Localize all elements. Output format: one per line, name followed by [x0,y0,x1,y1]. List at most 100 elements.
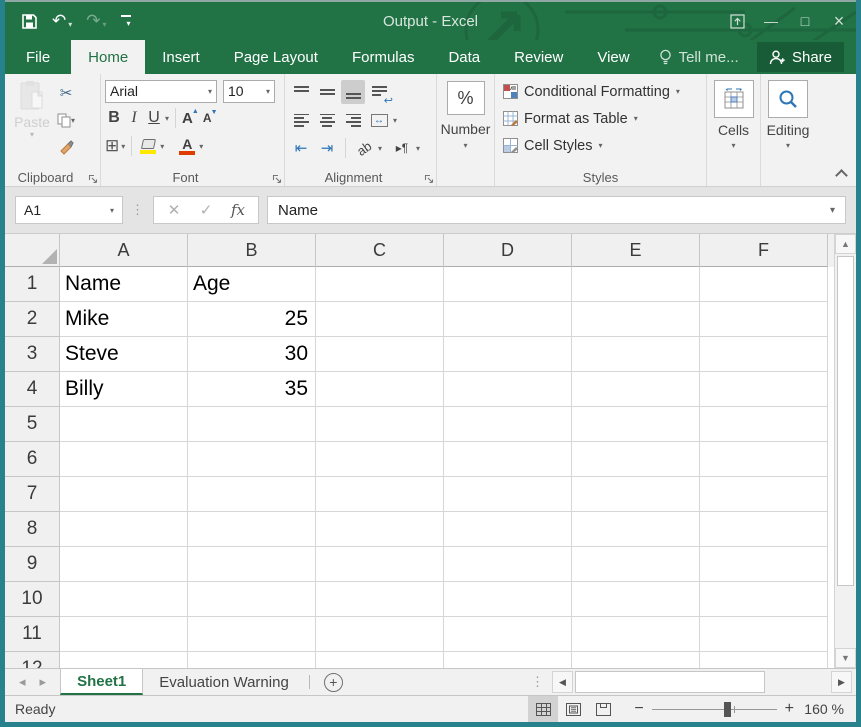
previous-sheet-button[interactable]: ◂ [19,674,26,690]
wrap-text-button[interactable]: ↩ [367,80,391,104]
merge-center-button[interactable]: ↔ [367,108,391,132]
cell-B5[interactable] [188,407,316,442]
expand-formula-bar-icon[interactable]: ▾ [830,205,835,216]
cell-A10[interactable] [60,582,188,617]
undo-dropdown-icon[interactable]: ▾ [68,20,72,29]
row-header-10[interactable]: 10 [5,582,60,617]
paste-button[interactable]: Paste ▾ [9,80,55,168]
cell-D4[interactable] [444,372,572,407]
vertical-scrollbar[interactable]: ▲ ▼ [834,234,856,668]
format-as-table-button[interactable]: Format as Table ▾ [503,105,702,132]
cell-C2[interactable] [316,302,444,337]
text-direction-dropdown-icon[interactable]: ▾ [416,144,420,153]
share-button[interactable]: Share [757,42,844,72]
tab-data[interactable]: Data [431,40,497,74]
cell-A11[interactable] [60,617,188,652]
next-sheet-button[interactable]: ▸ [40,674,47,690]
cell-D2[interactable] [444,302,572,337]
column-header-A[interactable]: A [60,234,188,267]
cell-B6[interactable] [188,442,316,477]
alignment-dialog-launcher[interactable] [424,174,434,184]
redo-button[interactable]: ↷ ▾ [86,13,106,29]
cell-C1[interactable] [316,267,444,302]
cut-button[interactable]: ✂ [57,82,75,104]
cell-E7[interactable] [572,477,700,512]
font-color-button[interactable]: A [177,138,197,155]
font-dialog-launcher[interactable] [272,174,282,184]
tab-review[interactable]: Review [497,40,580,74]
conditional-formatting-button[interactable]: Conditional Formatting ▾ [503,78,702,105]
cell-F8[interactable] [700,512,828,547]
minimize-button[interactable]: — [754,2,788,40]
cell-F3[interactable] [700,337,828,372]
cell-E1[interactable] [572,267,700,302]
cell-A4[interactable]: Billy [60,372,188,407]
ribbon-display-options-button[interactable] [720,2,754,40]
cell-F12[interactable] [700,652,828,668]
column-header-B[interactable]: B [188,234,316,267]
increase-indent-button[interactable]: ⇥ [315,136,339,160]
cell-C9[interactable] [316,547,444,582]
cell-F1[interactable] [700,267,828,302]
tab-home[interactable]: Home [71,40,145,74]
page-break-preview-button[interactable] [588,696,618,722]
cell-C7[interactable] [316,477,444,512]
row-header-7[interactable]: 7 [5,477,60,512]
zoom-slider-thumb[interactable] [724,702,731,717]
row-header-12[interactable]: 12 [5,652,60,668]
cell-C10[interactable] [316,582,444,617]
row-header-6[interactable]: 6 [5,442,60,477]
formula-input[interactable]: Name ▾ [267,196,846,224]
cell-B3[interactable]: 30 [188,337,316,372]
merge-center-dropdown-icon[interactable]: ▾ [393,116,397,125]
cell-E11[interactable] [572,617,700,652]
orientation-button[interactable]: ab [352,136,376,160]
cell-A5[interactable] [60,407,188,442]
tab-bar-splitter[interactable]: ⋮ [531,674,544,690]
cell-E12[interactable] [572,652,700,668]
undo-button[interactable]: ↶ ▾ [52,13,72,29]
tab-file[interactable]: File [5,40,71,74]
sheet-tab-evaluation-warning[interactable]: Evaluation Warning [143,669,305,695]
editing-dropdown-icon[interactable]: ▾ [786,141,790,150]
zoom-out-button[interactable]: − [634,700,643,718]
number-format-button[interactable]: % [447,81,485,115]
new-sheet-button[interactable]: + [324,673,343,692]
vertical-scroll-thumb[interactable] [837,256,854,586]
cell-A2[interactable]: Mike [60,302,188,337]
name-box[interactable]: A1 ▾ [15,196,123,224]
cell-C6[interactable] [316,442,444,477]
cell-C5[interactable] [316,407,444,442]
align-center-button[interactable] [315,108,339,132]
cell-B4[interactable]: 35 [188,372,316,407]
cell-B1[interactable]: Age [188,267,316,302]
italic-button[interactable]: I [125,107,143,129]
cell-B10[interactable] [188,582,316,617]
cell-D9[interactable] [444,547,572,582]
horizontal-scroll-track[interactable] [767,671,831,693]
save-button[interactable] [21,13,38,30]
row-header-3[interactable]: 3 [5,337,60,372]
cell-B9[interactable] [188,547,316,582]
insert-function-button[interactable]: fx [224,201,252,219]
cells-dropdown-icon[interactable]: ▾ [731,141,735,150]
cell-E9[interactable] [572,547,700,582]
scroll-right-button[interactable]: ▶ [831,671,852,693]
copy-button[interactable]: ▾ [57,109,75,131]
underline-dropdown-icon[interactable]: ▾ [165,114,169,123]
cell-A7[interactable] [60,477,188,512]
scroll-down-button[interactable]: ▼ [835,648,856,668]
tab-page-layout[interactable]: Page Layout [217,40,335,74]
cell-D3[interactable] [444,337,572,372]
cell-D1[interactable] [444,267,572,302]
close-button[interactable]: × [822,2,856,40]
row-header-1[interactable]: 1 [5,267,60,302]
cell-D6[interactable] [444,442,572,477]
row-header-4[interactable]: 4 [5,372,60,407]
cell-A12[interactable] [60,652,188,668]
borders-dropdown-icon[interactable]: ▾ [121,142,125,151]
cell-C3[interactable] [316,337,444,372]
horizontal-scroll-thumb[interactable] [575,671,765,693]
normal-view-button[interactable] [528,696,558,722]
cell-E4[interactable] [572,372,700,407]
